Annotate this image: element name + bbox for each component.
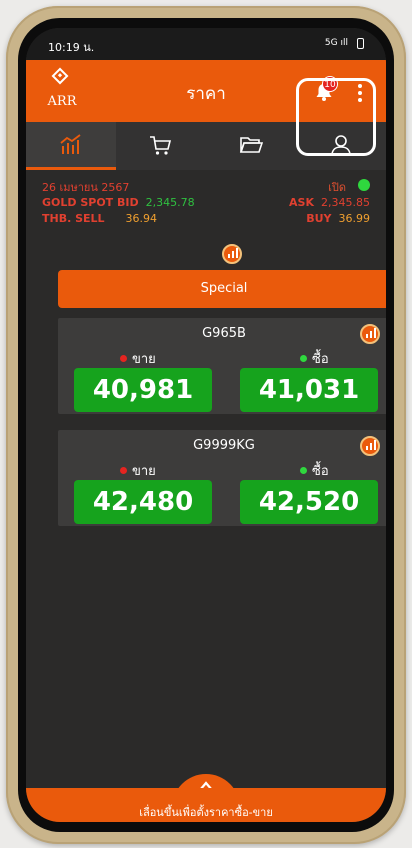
sell-dot-icon (120, 467, 127, 474)
buy-dot-icon (300, 467, 307, 474)
buy-price-button[interactable]: 41,031 (240, 368, 378, 412)
product-name: G965B (202, 326, 246, 341)
market-info: 26 เมษายน 2567 เปิด GOLD SPOT BID 2,345.… (26, 170, 386, 242)
thb-row: THB. SELL 36.94 BUY 36.99 (42, 212, 370, 228)
product-chart-icon[interactable] (360, 436, 380, 456)
sell-label: ขาย (120, 460, 156, 481)
product-card-g965b: G965B ขาย ซื้อ 40,981 41,031 (58, 318, 386, 414)
product-card-g9999kg: G9999KG ขาย ซื้อ 42,480 42,520 (58, 430, 386, 526)
gold-spot-bid-value: 2,345.78 (145, 196, 195, 209)
gold-spot-bid-label: GOLD SPOT BID (42, 196, 139, 209)
chart-toggle-icon[interactable] (222, 244, 242, 264)
tab-cart[interactable] (116, 122, 206, 170)
buy-label: BUY (306, 212, 332, 225)
signal-icon: 5G ıll (324, 38, 348, 48)
ask-label: ASK (289, 196, 315, 209)
sell-dot-icon (120, 355, 127, 362)
status-bar: 10:19 น. 5G ıll (26, 28, 386, 60)
thb-sell-value: 36.94 (125, 212, 158, 225)
buy-label: ซื้อ (300, 460, 329, 481)
ask-value: 2,345.85 (321, 196, 370, 209)
sell-label: ขาย (120, 348, 156, 369)
battery-icon (357, 38, 364, 49)
profile-tab-highlight (296, 78, 376, 156)
market-status-dot (358, 179, 370, 191)
price-chart-icon (60, 134, 81, 154)
market-status: เปิด (328, 181, 346, 194)
buy-dot-icon (300, 355, 307, 362)
thb-sell-label: THB. SELL (42, 212, 105, 225)
special-button[interactable]: Special (58, 270, 386, 308)
buy-value: 36.99 (338, 212, 371, 225)
product-name: G9999KG (193, 438, 255, 453)
shopping-cart-icon (150, 136, 172, 155)
spot-row: GOLD SPOT BID 2,345.78 ASK 2,345.85 (42, 196, 370, 212)
buy-price-button[interactable]: 42,520 (240, 480, 378, 524)
folder-icon (239, 137, 263, 153)
bottom-hint: เลื่อนขึ้นเพื่อตั้งราคาซื้อ-ขาย (139, 806, 273, 819)
status-time: 10:19 น. (48, 41, 95, 54)
buy-label: ซื้อ (300, 348, 329, 369)
market-date: 26 เมษายน 2567 (42, 181, 130, 194)
date-row: 26 เมษายน 2567 เปิด (42, 178, 370, 194)
sell-price-button[interactable]: 40,981 (74, 368, 212, 412)
tab-folder[interactable] (206, 122, 296, 170)
product-chart-icon[interactable] (360, 324, 380, 344)
sell-price-button[interactable]: 42,480 (74, 480, 212, 524)
tab-price[interactable] (26, 122, 116, 170)
